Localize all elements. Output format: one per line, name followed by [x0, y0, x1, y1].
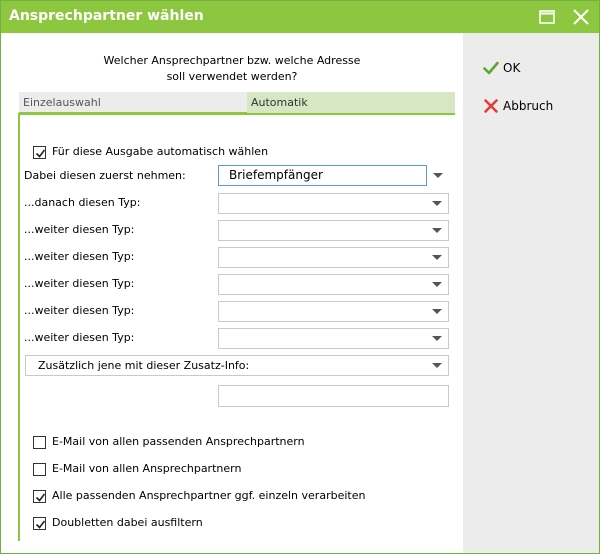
- first-type-dropdown-icon[interactable]: [427, 165, 449, 186]
- option-checkbox-1[interactable]: [33, 436, 46, 449]
- main-area: Welcher Ansprechpartner bzw. welche Adre…: [1, 33, 463, 553]
- option-label-3: Alle passenden Ansprechpartner ggf. einz…: [52, 489, 366, 502]
- auto-select-row[interactable]: Für diese Ausgabe automatisch wählen: [33, 143, 363, 163]
- close-icon[interactable]: [570, 6, 592, 28]
- next-type-label-2: ...weiter diesen Typ:: [24, 223, 135, 236]
- option-label-1: E-Mail von allen passenden Ansprechpartn…: [52, 435, 305, 448]
- next-type-label-4: ...weiter diesen Typ:: [24, 277, 135, 290]
- ok-label: OK: [503, 61, 521, 75]
- dialog-window: Ansprechpartner wählen Welcher Ansprechp…: [0, 0, 600, 554]
- option-checkbox-4[interactable]: [33, 517, 46, 530]
- chevron-down-icon[interactable]: [426, 194, 448, 213]
- next-type-label-3: ...weiter diesen Typ:: [24, 250, 135, 263]
- option-row-4[interactable]: Doubletten dabei ausfiltern: [33, 514, 433, 534]
- additional-info-label: Zusätzlich jene mit dieser Zusatz-Info:: [38, 359, 250, 372]
- button-sidebar: OK Abbruch: [463, 33, 599, 553]
- first-type-label: Dabei diesen zuerst nehmen:: [24, 169, 186, 182]
- next-type-select-4[interactable]: [218, 274, 449, 295]
- x-icon: [483, 98, 499, 120]
- next-type-label-6: ...weiter diesen Typ:: [24, 331, 135, 344]
- auto-select-label: Für diese Ausgabe automatisch wählen: [52, 145, 269, 158]
- check-icon: [483, 60, 499, 82]
- tab-bar: Einzelauswahl Automatik: [19, 92, 455, 113]
- next-type-select-6[interactable]: [218, 328, 449, 349]
- tab-automatik[interactable]: Automatik: [247, 92, 455, 113]
- chevron-down-icon[interactable]: [426, 248, 448, 267]
- next-type-select-5[interactable]: [218, 301, 449, 322]
- option-row-2[interactable]: E-Mail von allen Ansprechpartnern: [33, 460, 433, 480]
- chevron-down-icon[interactable]: [426, 356, 448, 375]
- maximize-icon[interactable]: [536, 6, 558, 28]
- next-type-label-1: ...danach diesen Typ:: [24, 196, 141, 209]
- additional-info-field[interactable]: [218, 385, 449, 407]
- next-type-select-3[interactable]: [218, 247, 449, 268]
- chevron-down-icon[interactable]: [426, 275, 448, 294]
- option-row-1[interactable]: E-Mail von allen passenden Ansprechpartn…: [33, 433, 433, 453]
- additional-info-select[interactable]: Zusätzlich jene mit dieser Zusatz-Info:: [25, 355, 449, 376]
- chevron-down-icon[interactable]: [426, 329, 448, 348]
- title-bar[interactable]: Ansprechpartner wählen: [1, 1, 599, 33]
- next-type-select-1[interactable]: [218, 193, 449, 214]
- auto-select-checkbox[interactable]: [33, 146, 46, 159]
- chevron-down-icon[interactable]: [426, 221, 448, 240]
- option-checkbox-3[interactable]: [33, 490, 46, 503]
- option-label-2: E-Mail von allen Ansprechpartnern: [52, 462, 242, 475]
- next-type-label-5: ...weiter diesen Typ:: [24, 304, 135, 317]
- option-label-4: Doubletten dabei ausfiltern: [52, 516, 203, 529]
- tab-einzelauswahl[interactable]: Einzelauswahl: [19, 92, 247, 113]
- question-line-2: soll verwendet werden?: [166, 70, 298, 83]
- next-type-select-2[interactable]: [218, 220, 449, 241]
- first-type-value: Briefempfänger: [229, 168, 323, 182]
- cancel-label: Abbruch: [503, 99, 554, 113]
- first-type-select[interactable]: Briefempfänger: [218, 165, 427, 186]
- question-line-1: Welcher Ansprechpartner bzw. welche Adre…: [103, 54, 361, 67]
- window-title: Ansprechpartner wählen: [9, 8, 204, 24]
- option-row-3[interactable]: Alle passenden Ansprechpartner ggf. einz…: [33, 487, 433, 507]
- chevron-down-icon[interactable]: [426, 302, 448, 321]
- option-checkbox-2[interactable]: [33, 463, 46, 476]
- question-text: Welcher Ansprechpartner bzw. welche Adre…: [1, 53, 463, 85]
